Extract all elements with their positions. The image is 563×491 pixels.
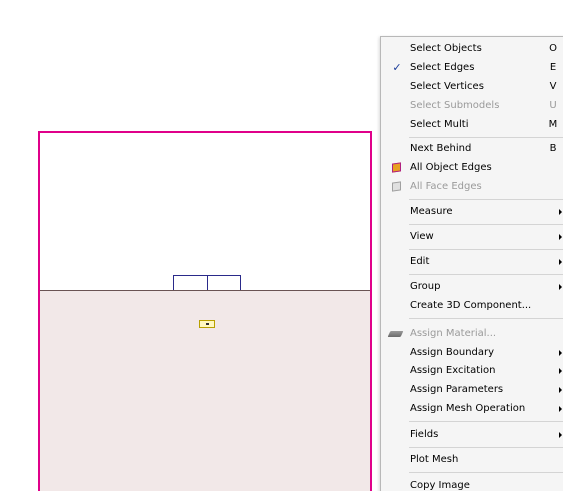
menu-item-label: Assign Boundary	[410, 347, 495, 358]
gray-cube-icon	[392, 181, 401, 192]
menu-item-assign-boundary[interactable]: Assign Boundary	[381, 344, 563, 362]
menu-item-copy-image[interactable]: Copy Image	[381, 477, 563, 491]
menu-item-assign-mesh-operation[interactable]: Assign Mesh Operation	[381, 400, 563, 418]
menu-item-edit[interactable]: Edit	[381, 253, 563, 271]
menu-item-label: Assign Mesh Operation	[410, 403, 526, 414]
menu-separator	[409, 421, 563, 422]
submenu-arrow-icon	[559, 259, 562, 265]
submenu-arrow-icon	[559, 209, 562, 215]
menu-item-label: Plot Mesh	[410, 454, 459, 465]
context-menu: Select Objects O ✓ Select Edges E Select…	[380, 36, 563, 491]
submenu-arrow-icon	[559, 406, 562, 412]
menu-item-label: Create 3D Component...	[410, 300, 532, 311]
submenu-arrow-icon	[559, 387, 562, 393]
marker-dot	[206, 323, 209, 325]
menu-item-shortcut: B	[549, 143, 557, 154]
menu-item-label: Fields	[410, 429, 439, 440]
menu-item-fields[interactable]: Fields	[381, 426, 563, 444]
menu-item-next-behind[interactable]: Next Behind B	[381, 140, 563, 158]
menu-item-label: Assign Parameters	[410, 384, 504, 395]
menu-item-label: Measure	[410, 206, 453, 217]
port-divider	[207, 276, 208, 290]
menu-item-label: All Object Edges	[410, 162, 492, 173]
menu-item-all-object-edges[interactable]: All Object Edges	[381, 159, 563, 177]
menu-item-label: Copy Image	[410, 480, 470, 491]
material-icon	[387, 331, 404, 337]
menu-item-select-edges[interactable]: ✓ Select Edges E	[381, 59, 563, 77]
menu-item-label: Select Edges	[410, 62, 475, 73]
colored-cube-icon	[392, 162, 401, 173]
menu-item-label: All Face Edges	[410, 181, 482, 192]
menu-separator	[409, 274, 563, 275]
menu-item-assign-material: Assign Material...	[381, 325, 563, 343]
menu-item-label: Assign Material...	[410, 328, 497, 339]
menu-item-assign-parameters[interactable]: Assign Parameters	[381, 381, 563, 399]
small-marker[interactable]	[199, 320, 215, 328]
submenu-arrow-icon	[559, 432, 562, 438]
menu-item-assign-excitation[interactable]: Assign Excitation	[381, 362, 563, 380]
menu-item-label: Next Behind	[410, 143, 472, 154]
modeler-viewport[interactable]: Select Objects O ✓ Select Edges E Select…	[0, 0, 563, 491]
port-face[interactable]	[173, 275, 241, 290]
menu-separator	[409, 224, 563, 225]
menu-item-plot-mesh[interactable]: Plot Mesh	[381, 451, 563, 469]
menu-item-shortcut: O	[549, 43, 557, 54]
menu-item-shortcut: U	[549, 100, 557, 111]
menu-item-label: Edit	[410, 256, 430, 267]
menu-separator	[409, 318, 563, 319]
menu-item-label: Group	[410, 281, 441, 292]
menu-item-all-face-edges: All Face Edges	[381, 178, 563, 196]
menu-item-select-multi[interactable]: Select Multi M	[381, 116, 563, 134]
menu-separator	[409, 447, 563, 448]
menu-separator	[409, 249, 563, 250]
menu-item-label: Assign Excitation	[410, 365, 496, 376]
submenu-arrow-icon	[559, 368, 562, 374]
menu-item-select-objects[interactable]: Select Objects O	[381, 40, 563, 58]
check-icon: ✓	[392, 61, 402, 74]
menu-item-shortcut: M	[548, 119, 558, 130]
menu-item-label: Select Multi	[410, 119, 469, 130]
menu-item-shortcut: V	[549, 81, 557, 92]
menu-item-view[interactable]: View	[381, 228, 563, 246]
menu-item-label: Select Submodels	[410, 100, 500, 111]
submenu-arrow-icon	[559, 284, 562, 290]
menu-item-label: Select Vertices	[410, 81, 484, 92]
menu-item-create-3d-component[interactable]: Create 3D Component...	[381, 297, 563, 315]
menu-separator	[409, 199, 563, 200]
menu-separator	[409, 472, 563, 473]
menu-item-label: View	[410, 231, 434, 242]
selected-model-outline[interactable]	[38, 131, 372, 491]
submenu-arrow-icon	[559, 350, 562, 356]
menu-item-select-submodels: Select Submodels U	[381, 97, 563, 115]
submenu-arrow-icon	[559, 234, 562, 240]
menu-item-group[interactable]: Group	[381, 278, 563, 296]
menu-item-shortcut: E	[549, 62, 557, 73]
menu-item-label: Select Objects	[410, 43, 482, 54]
menu-separator	[409, 137, 563, 138]
menu-item-measure[interactable]: Measure	[381, 203, 563, 221]
menu-item-select-vertices[interactable]: Select Vertices V	[381, 78, 563, 96]
